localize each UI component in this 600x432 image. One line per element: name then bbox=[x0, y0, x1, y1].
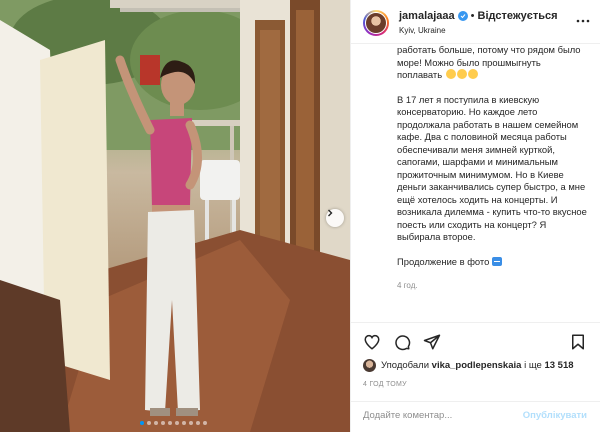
chevron-right-icon bbox=[328, 209, 333, 217]
publish-button[interactable]: Опублікувати bbox=[523, 410, 587, 421]
post-caption: работать больше, потому что рядом было м… bbox=[397, 44, 587, 322]
comment-input[interactable] bbox=[363, 410, 513, 421]
avatar-image bbox=[365, 12, 387, 34]
verified-badge-icon bbox=[457, 11, 468, 21]
carousel-dot bbox=[203, 421, 207, 425]
separator: • bbox=[470, 10, 475, 22]
carousel-dot bbox=[189, 421, 193, 425]
likes-prefix: Уподобали bbox=[381, 360, 430, 371]
likes-count-link[interactable]: 13 518 bbox=[544, 360, 573, 371]
post-actions: Уподобали vika_podlepenskaia і ще 13 518… bbox=[351, 322, 600, 430]
caption-time: 4 год. bbox=[397, 281, 418, 290]
comment-icon[interactable] bbox=[393, 333, 411, 351]
paper-plane-icon[interactable] bbox=[423, 333, 441, 351]
following-button[interactable]: Відстежується bbox=[478, 10, 558, 22]
username-link[interactable]: jamalajaaa bbox=[399, 10, 455, 22]
avatar[interactable] bbox=[363, 10, 389, 36]
carousel-dot bbox=[140, 421, 144, 425]
user-line: jamalajaaa • Відстежується bbox=[399, 10, 558, 22]
carousel-next-button[interactable] bbox=[326, 209, 344, 227]
carousel-dot bbox=[161, 421, 165, 425]
comment-bar: Опублікувати bbox=[351, 401, 600, 431]
carousel-dot bbox=[168, 421, 172, 425]
location-link[interactable]: Kyiv, Ukraine bbox=[399, 26, 446, 35]
photo-illustration bbox=[0, 0, 350, 432]
post-header: jamalajaaa • Відстежується Kyiv, Ukraine bbox=[351, 0, 600, 44]
likes-suffix: і ще bbox=[524, 360, 542, 371]
carousel-dot bbox=[147, 421, 151, 425]
likes-summary: Уподобали vika_podlepenskaia і ще 13 518 bbox=[363, 359, 574, 372]
more-options-icon[interactable] bbox=[575, 13, 591, 29]
heart-icon[interactable] bbox=[363, 333, 381, 351]
carousel-indicator bbox=[140, 421, 207, 425]
post-sidebar: jamalajaaa • Відстежується Kyiv, Ukraine… bbox=[350, 0, 600, 432]
bookmark-icon[interactable] bbox=[569, 333, 587, 351]
caption-paragraph-2: В 17 лет я поступила в киевскую консерва… bbox=[397, 93, 587, 243]
carousel-dot bbox=[154, 421, 158, 425]
caption-paragraph-3: Продолжение в фото bbox=[397, 256, 587, 269]
liker-username-link[interactable]: vika_podlepenskaia bbox=[432, 360, 522, 371]
carousel-dot bbox=[182, 421, 186, 425]
post-photo[interactable] bbox=[0, 0, 350, 432]
post-timestamp[interactable]: 4 ГОД ТОМУ bbox=[363, 381, 407, 388]
caption-paragraph-1: работать больше, потому что рядом было м… bbox=[397, 44, 581, 80]
liker-avatar bbox=[363, 359, 376, 372]
carousel-dot bbox=[175, 421, 179, 425]
grinning-sweat-emoji-icon bbox=[445, 69, 456, 79]
grinning-sweat-emoji-icon bbox=[456, 69, 467, 79]
arrow-right-emoji-icon bbox=[492, 256, 503, 266]
carousel-dot bbox=[196, 421, 200, 425]
grinning-sweat-emoji-icon bbox=[467, 69, 478, 79]
